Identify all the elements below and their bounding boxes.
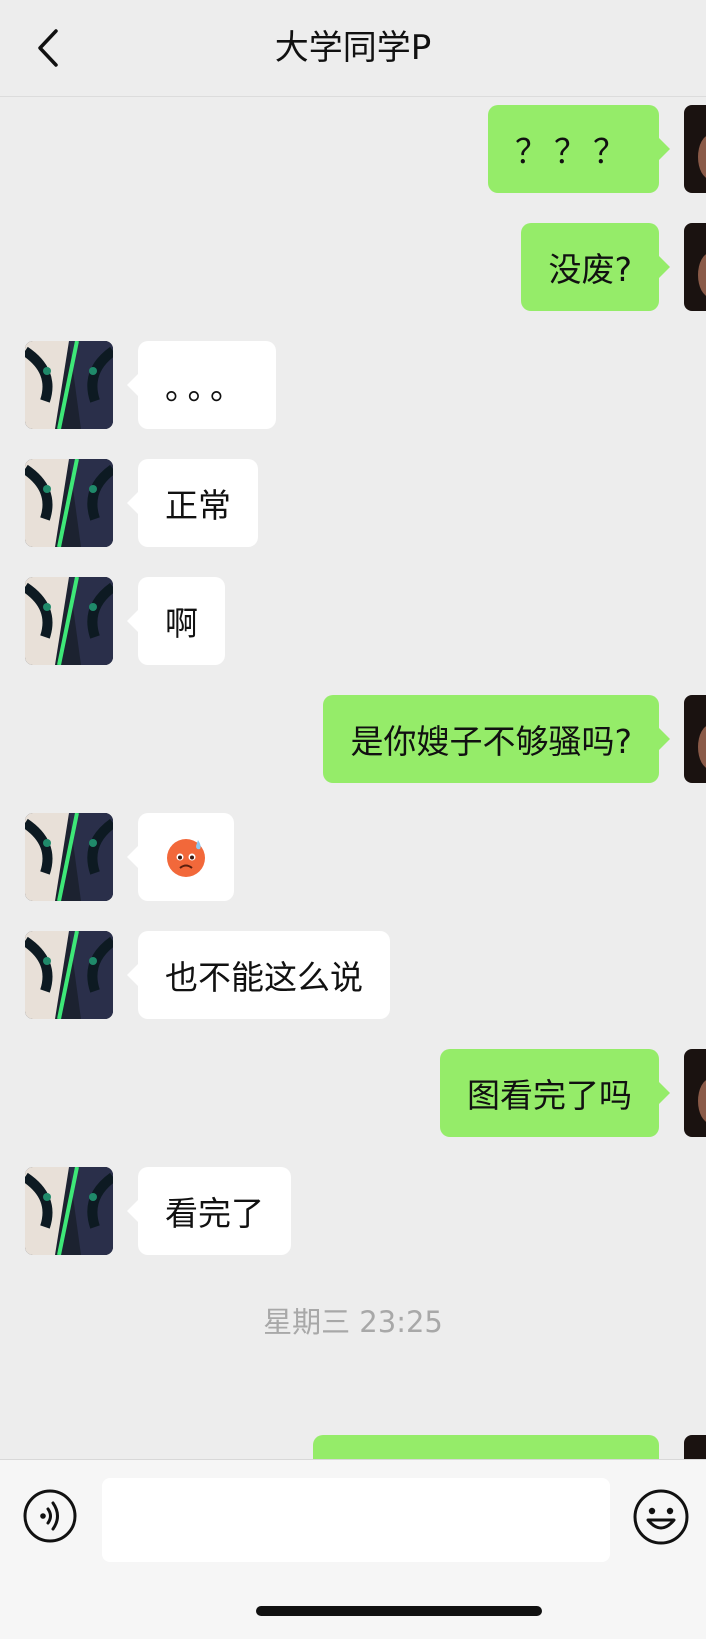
chat-header: 大学同学P (0, 0, 706, 97)
contact-avatar[interactable] (25, 1167, 113, 1255)
message-bubble[interactable] (313, 1435, 659, 1459)
message-row: 图看完了吗 (0, 1049, 706, 1139)
message-text: ？？？ (515, 132, 632, 171)
chat-title[interactable]: 大学同学P (0, 26, 706, 70)
message-bubble[interactable]: ？？？ (488, 105, 670, 193)
message-bubble[interactable]: 。。。 (127, 341, 276, 429)
emoji-button[interactable] (632, 1488, 690, 1546)
contact-avatar[interactable] (25, 341, 113, 429)
cold-sweat-face-emoji (167, 839, 205, 877)
my-avatar[interactable] (684, 1435, 706, 1459)
contact-avatar[interactable] (25, 577, 113, 665)
message-text: 没废? (548, 250, 632, 289)
message-row: 啊 (0, 577, 706, 667)
message-bubble[interactable]: 图看完了吗 (440, 1049, 670, 1137)
message-bubble[interactable]: 正常 (127, 459, 258, 547)
home-indicator[interactable] (256, 1606, 542, 1616)
message-row: 没废? (0, 223, 706, 313)
message-row: 正常 (0, 459, 706, 549)
my-avatar[interactable] (684, 1049, 706, 1137)
message-text: 也不能这么说 (165, 958, 363, 997)
message-input[interactable] (102, 1478, 610, 1562)
message-row: 。。。 (0, 341, 706, 431)
message-row-partial (0, 1435, 706, 1459)
contact-avatar[interactable] (25, 813, 113, 901)
contact-avatar[interactable] (25, 931, 113, 1019)
voice-icon (23, 1489, 77, 1543)
input-bar (0, 1459, 706, 1639)
message-text: 看完了 (165, 1194, 264, 1233)
message-bubble[interactable]: 没废? (521, 223, 670, 311)
message-text: 正常 (165, 486, 231, 525)
my-avatar[interactable] (684, 105, 706, 193)
message-text: 是你嫂子不够骚吗? (350, 722, 632, 761)
message-bubble[interactable]: 看完了 (127, 1167, 291, 1255)
message-text: 图看完了吗 (467, 1076, 632, 1115)
message-bubble[interactable]: 是你嫂子不够骚吗? (323, 695, 670, 783)
emoji-smile-icon (633, 1489, 689, 1545)
message-bubble[interactable] (127, 813, 234, 901)
message-bubble[interactable]: 啊 (127, 577, 225, 665)
message-row (0, 813, 706, 903)
message-text: 。。。 (165, 368, 249, 407)
message-row: 也不能这么说 (0, 931, 706, 1021)
message-text: 啊 (165, 604, 198, 643)
my-avatar[interactable] (684, 695, 706, 783)
message-timestamp: 星期三 23:25 (263, 1305, 443, 1339)
voice-button[interactable] (22, 1488, 78, 1544)
message-bubble[interactable]: 也不能这么说 (127, 931, 390, 1019)
message-row: 是你嫂子不够骚吗? (0, 695, 706, 785)
message-row: ？？？ (0, 105, 706, 195)
message-row: 看完了 (0, 1167, 706, 1257)
contact-avatar[interactable] (25, 459, 113, 547)
message-list[interactable]: ？？？ 没废? 。。。 正常 啊 是你嫂子不够骚吗? 也不能这么说 图看完了吗 … (0, 97, 706, 1459)
my-avatar[interactable] (684, 223, 706, 311)
